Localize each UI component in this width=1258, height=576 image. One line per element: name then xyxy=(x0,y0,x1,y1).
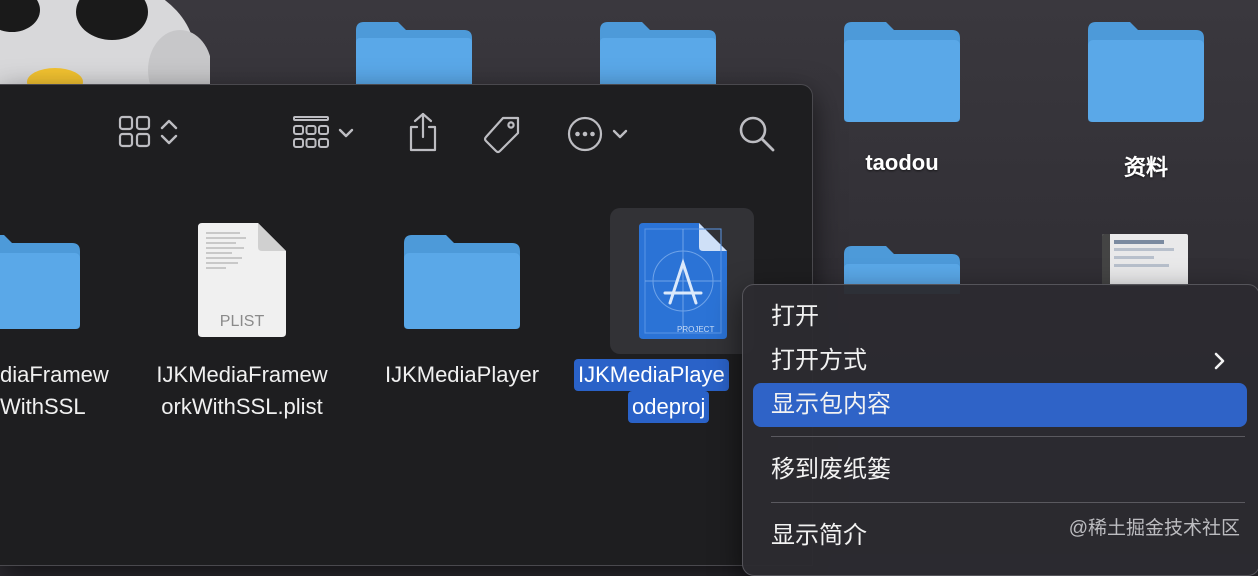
group-by-icon xyxy=(293,116,329,148)
menu-item-move-to-trash[interactable]: 移到废纸篓 xyxy=(753,448,1247,492)
xcode-project-icon[interactable]: PROJECT xyxy=(637,221,729,341)
menu-item-label: 显示包内容 xyxy=(771,391,891,418)
selected-file-name[interactable]: IJKMediaPlaye xyxy=(574,359,729,391)
file-name-label: WithSSL xyxy=(0,394,86,419)
menu-item-label: 移到废纸篓 xyxy=(771,456,891,483)
watermark: @稀土掘金技术社区 xyxy=(1068,518,1240,539)
file-name-label: IJKMediaPlayer xyxy=(384,362,540,387)
desktop-folder-label: 资料 xyxy=(1123,155,1168,180)
folder-icon[interactable] xyxy=(402,233,522,331)
menu-item-open[interactable]: 打开 xyxy=(753,295,1247,339)
file-name-label: orkWithSSL.plist xyxy=(161,394,323,419)
menu-item-open-with[interactable]: 打开方式 xyxy=(753,339,1247,383)
chevron-up-down-icon xyxy=(160,119,178,145)
folder-icon[interactable] xyxy=(0,233,82,331)
desktop-folder-label: taodou xyxy=(865,150,939,175)
tag-button[interactable] xyxy=(482,115,522,155)
chevron-down-icon xyxy=(612,129,628,139)
search-icon xyxy=(739,116,775,152)
selected-file-name[interactable]: odeproj xyxy=(628,391,710,423)
ellipsis-circle-icon xyxy=(567,116,603,152)
share-icon xyxy=(409,112,437,152)
folder-icon[interactable] xyxy=(842,20,962,122)
chevron-right-icon xyxy=(1214,352,1225,370)
group-by-button[interactable] xyxy=(292,115,356,151)
menu-separator xyxy=(771,502,1245,503)
file-type-badge: PROJECT xyxy=(677,325,715,334)
chevron-down-icon xyxy=(338,128,354,138)
menu-item-label: 打开 xyxy=(771,303,819,330)
file-name-label: IJKMediaFramew xyxy=(156,362,328,387)
folder-icon[interactable] xyxy=(598,20,718,90)
plist-file-icon[interactable]: PLIST xyxy=(196,221,288,339)
document-thumbnail-icon[interactable] xyxy=(1102,234,1188,286)
menu-separator xyxy=(771,436,1245,437)
menu-item-show-package-contents[interactable]: 显示包内容 xyxy=(753,383,1247,427)
folder-icon[interactable] xyxy=(354,20,474,90)
file-type-badge: PLIST xyxy=(219,313,265,330)
menu-item-label: 显示简介 xyxy=(771,522,867,549)
view-switcher-button[interactable] xyxy=(118,115,180,149)
file-name-label: diaFramew xyxy=(0,362,109,387)
menu-item-label: 打开方式 xyxy=(771,347,867,374)
finder-window: diaFramew WithSSL PLIST IJKMediaFramew o… xyxy=(0,84,813,566)
folder-icon[interactable] xyxy=(1086,20,1206,122)
search-button[interactable] xyxy=(738,115,776,153)
more-actions-button[interactable] xyxy=(566,115,630,153)
tag-icon xyxy=(483,116,520,154)
grid-view-icon xyxy=(118,115,151,148)
share-button[interactable] xyxy=(406,111,440,153)
